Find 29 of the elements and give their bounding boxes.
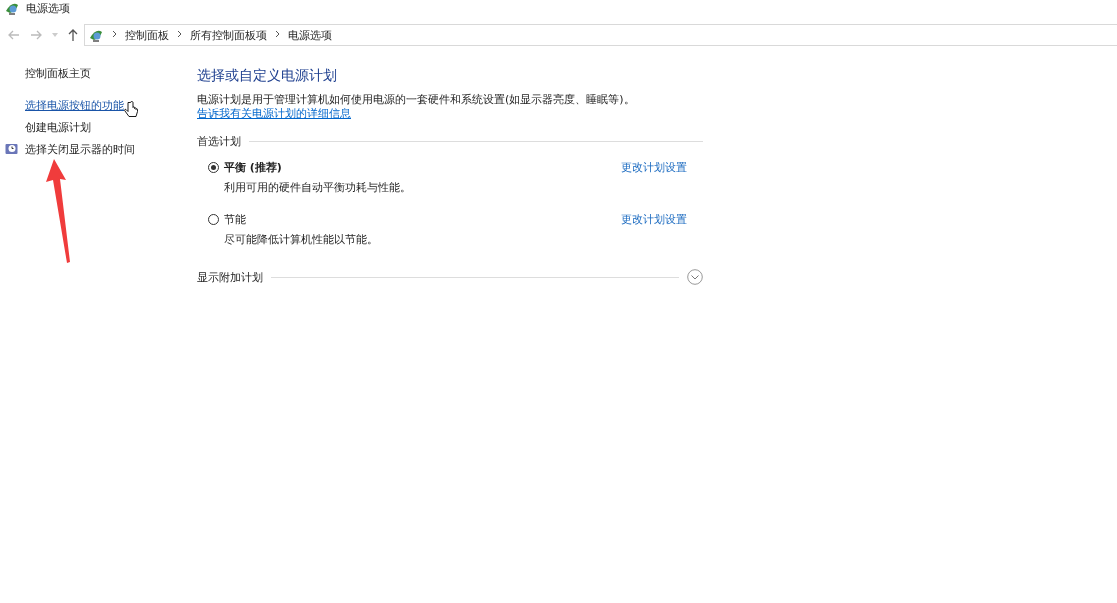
expand-chevron-icon[interactable]: [687, 269, 703, 285]
address-bar[interactable]: 控制面板 所有控制面板项 电源选项: [84, 24, 1117, 46]
description-text: 电源计划是用于管理计算机如何使用电源的一套硬件和系统设置(如显示器亮度、睡眠等)。 告诉我有关电源计划的详细信息: [197, 93, 636, 121]
hand-cursor-icon: [124, 101, 138, 117]
plan-name: 节能: [224, 212, 247, 227]
sidebar-link[interactable]: 控制面板主页: [25, 65, 91, 81]
plan-description: 利用可用的硬件自动平衡功耗与性能。: [224, 180, 412, 195]
sidebar-link[interactable]: 选择关闭显示器的时间: [25, 141, 135, 157]
plan-name: 平衡 (推荐): [224, 160, 283, 175]
change-plan-link[interactable]: 更改计划设置: [621, 212, 687, 227]
plant-icon: [88, 28, 104, 42]
breadcrumb-item[interactable]: 所有控制面板项: [190, 27, 267, 43]
sidebar-link[interactable]: 选择电源按钮的功能: [25, 97, 124, 113]
plant-icon: [4, 1, 20, 15]
up-arrow-icon[interactable]: [68, 29, 78, 41]
section-label: 显示附加计划: [197, 269, 263, 285]
window-title: 电源选项: [26, 0, 70, 16]
chevron-icon[interactable]: [112, 30, 117, 40]
breadcrumb-item[interactable]: 控制面板: [125, 27, 169, 43]
chevron-icon[interactable]: [275, 30, 280, 40]
clock-monitor-icon: [5, 143, 18, 155]
chevron-icon[interactable]: [177, 30, 182, 40]
plan-description: 尽可能降低计算机性能以节能。: [224, 232, 379, 247]
sidebar-link[interactable]: 创建电源计划: [25, 119, 91, 135]
page-heading: 选择或自定义电源计划: [197, 67, 338, 85]
change-plan-link[interactable]: 更改计划设置: [621, 160, 687, 175]
section-label: 首选计划: [197, 134, 241, 149]
info-link[interactable]: 告诉我有关电源计划的详细信息: [197, 107, 351, 120]
breadcrumb-item[interactable]: 电源选项: [288, 27, 332, 43]
